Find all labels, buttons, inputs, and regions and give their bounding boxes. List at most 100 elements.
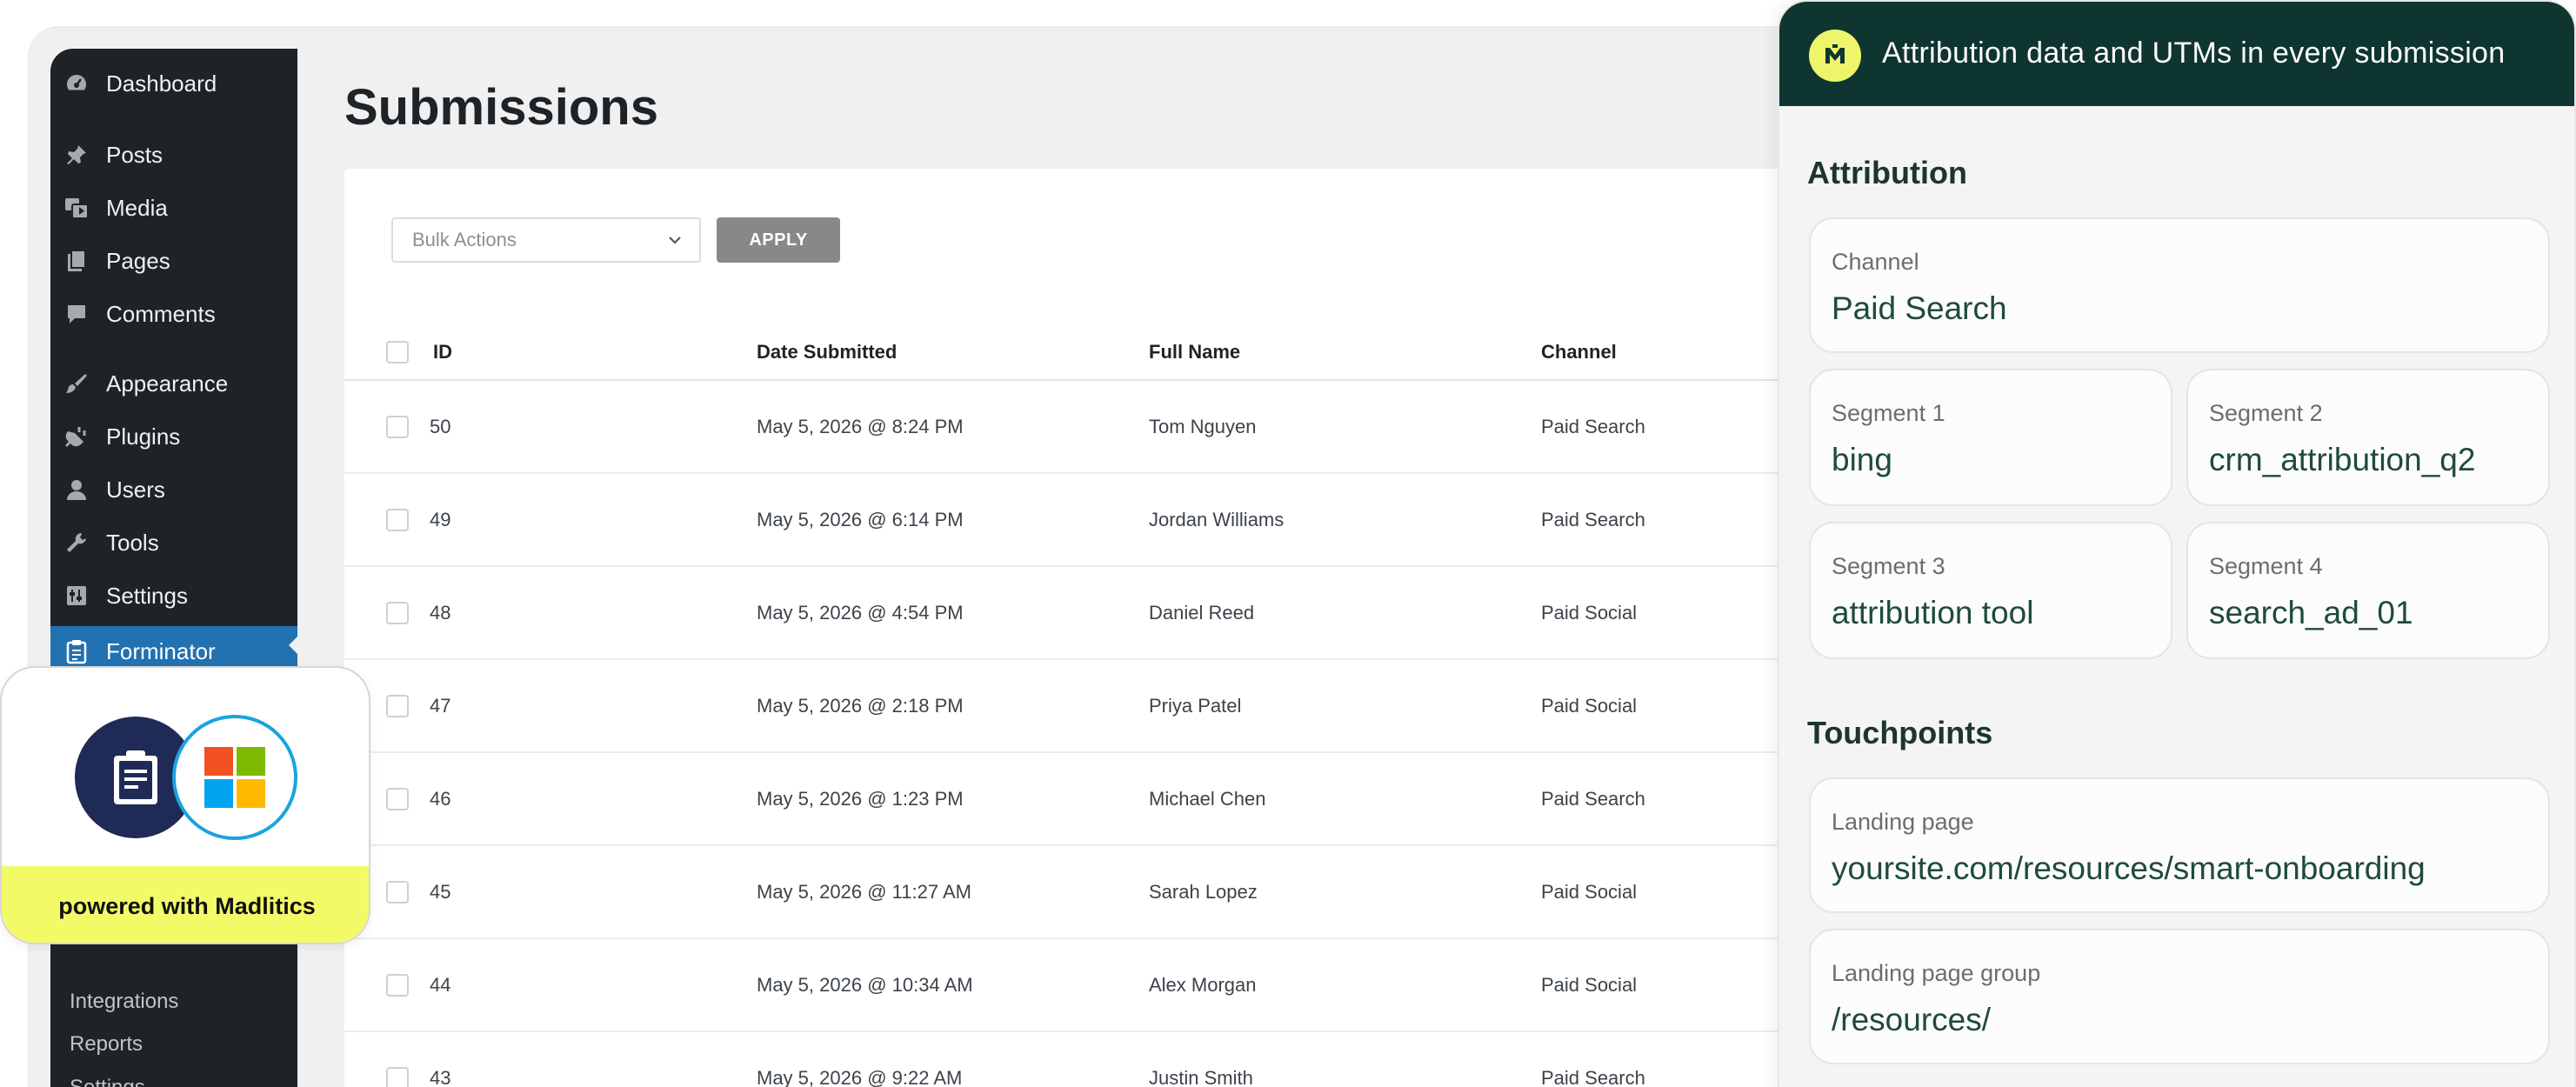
cell-channel: Paid Social xyxy=(1541,695,1638,717)
field-value: attribution tool xyxy=(1832,595,2034,630)
select-all-checkbox[interactable] xyxy=(386,341,409,363)
table-row[interactable]: 49 May 5, 2026 @ 6:14 PM Jordan Williams… xyxy=(344,474,1840,567)
segment-1-field: Segment 1 bing xyxy=(1809,369,2172,506)
table-row[interactable]: 50 May 5, 2026 @ 8:24 PM Tom Nguyen Paid… xyxy=(344,381,1840,474)
sidebar-item-media[interactable]: Media xyxy=(50,189,297,227)
pages-icon xyxy=(63,247,90,275)
apply-button[interactable]: APPLY xyxy=(717,217,840,263)
sidebar-item-users[interactable]: Users xyxy=(50,470,297,509)
sidebar-item-label: Media xyxy=(106,194,168,221)
sidebar-item-dashboard[interactable]: Dashboard xyxy=(50,64,297,103)
row-checkbox[interactable] xyxy=(386,416,409,438)
wrench-icon xyxy=(63,529,90,557)
bulk-actions-select[interactable]: Bulk Actions xyxy=(391,217,701,263)
cell-date: May 5, 2026 @ 4:54 PM xyxy=(757,602,964,624)
field-label: Landing page group xyxy=(1832,960,2041,986)
sidebar-item-settings[interactable]: Settings xyxy=(50,577,297,615)
cell-date: May 5, 2026 @ 10:34 AM xyxy=(757,974,973,996)
cell-channel: Paid Search xyxy=(1541,1067,1645,1087)
segment-4-field: Segment 4 search_ad_01 xyxy=(2186,522,2550,659)
field-value: yoursite.com/resources/smart-onboarding xyxy=(1832,850,2426,886)
settings-icon xyxy=(63,582,90,610)
field-label: Landing page xyxy=(1832,809,1974,835)
sidebar-item-comments[interactable]: Comments xyxy=(50,295,297,333)
microsoft-icon xyxy=(172,715,297,840)
submenu-settings[interactable]: Settings xyxy=(70,1076,145,1087)
cell-date: May 5, 2026 @ 1:23 PM xyxy=(757,788,964,810)
cell-channel: Paid Social xyxy=(1541,881,1638,903)
cell-id: 46 xyxy=(430,788,451,810)
sidebar-item-tools[interactable]: Tools xyxy=(50,523,297,562)
table-row[interactable]: 44 May 5, 2026 @ 10:34 AM Alex Morgan Pa… xyxy=(344,939,1840,1032)
table-row[interactable]: 45 May 5, 2026 @ 11:27 AM Sarah Lopez Pa… xyxy=(344,846,1840,939)
madlitics-logo-icon xyxy=(1809,30,1861,82)
row-checkbox[interactable] xyxy=(386,1067,409,1087)
table-row[interactable]: 43 May 5, 2026 @ 9:22 AM Justin Smith Pa… xyxy=(344,1032,1840,1087)
attribution-panel: Attribution data and UTMs in every submi… xyxy=(1778,0,2576,1087)
sidebar-item-label: Dashboard xyxy=(106,70,217,97)
row-checkbox[interactable] xyxy=(386,788,409,810)
field-value: bing xyxy=(1832,442,1892,477)
row-checkbox[interactable] xyxy=(386,695,409,717)
cell-date: May 5, 2026 @ 8:24 PM xyxy=(757,416,964,437)
cell-id: 50 xyxy=(430,416,451,437)
row-checkbox[interactable] xyxy=(386,602,409,624)
cell-channel: Paid Search xyxy=(1541,509,1645,530)
cell-channel: Paid Search xyxy=(1541,788,1645,810)
field-value: /resources/ xyxy=(1832,1002,1992,1037)
chevron-down-icon xyxy=(666,231,684,254)
cell-name: Priya Patel xyxy=(1149,695,1242,717)
column-header-id[interactable]: ID xyxy=(433,341,452,363)
table-row[interactable]: 47 May 5, 2026 @ 2:18 PM Priya Patel Pai… xyxy=(344,660,1840,753)
field-label: Channel xyxy=(1832,249,1919,275)
sidebar-item-label: Settings xyxy=(106,582,188,609)
row-checkbox[interactable] xyxy=(386,509,409,531)
cell-name: Sarah Lopez xyxy=(1149,881,1258,903)
madlitics-badge: powered with Madlitics xyxy=(0,666,370,944)
sidebar-item-pages[interactable]: Pages xyxy=(50,242,297,280)
comment-icon xyxy=(63,300,90,328)
column-header-channel[interactable]: Channel xyxy=(1541,341,1617,363)
cell-date: May 5, 2026 @ 11:27 AM xyxy=(757,881,971,903)
sidebar-item-label: Tools xyxy=(106,529,159,556)
cell-id: 43 xyxy=(430,1067,451,1087)
field-label: Segment 4 xyxy=(2209,553,2323,579)
cell-name: Justin Smith xyxy=(1149,1067,1253,1087)
channel-field: Channel Paid Search xyxy=(1809,217,2550,353)
sidebar-item-appearance[interactable]: Appearance xyxy=(50,364,297,403)
row-checkbox[interactable] xyxy=(386,881,409,904)
field-label: Segment 1 xyxy=(1832,400,1945,426)
cell-channel: Paid Search xyxy=(1541,416,1645,437)
media-icon xyxy=(63,194,90,222)
sidebar-item-label: Appearance xyxy=(106,370,229,397)
segment-3-field: Segment 3 attribution tool xyxy=(1809,522,2172,659)
sidebar-item-posts[interactable]: Posts xyxy=(50,136,297,174)
column-header-name[interactable]: Full Name xyxy=(1149,341,1240,363)
field-value: search_ad_01 xyxy=(2209,595,2413,630)
cell-date: May 5, 2026 @ 9:22 AM xyxy=(757,1067,963,1087)
cell-date: May 5, 2026 @ 2:18 PM xyxy=(757,695,964,717)
panel-title: Attribution data and UTMs in every submi… xyxy=(1882,37,2506,70)
stage: Dashboard Posts Media Pages Comments App… xyxy=(0,0,2576,1087)
submenu-reports[interactable]: Reports xyxy=(70,1032,143,1057)
attribution-heading: Attribution xyxy=(1807,155,1967,190)
column-header-date[interactable]: Date Submitted xyxy=(757,341,897,363)
segment-2-field: Segment 2 crm_attribution_q2 xyxy=(2186,369,2550,506)
cell-id: 47 xyxy=(430,695,451,717)
row-checkbox[interactable] xyxy=(386,974,409,997)
cell-id: 49 xyxy=(430,509,451,530)
field-label: Segment 3 xyxy=(1832,553,1945,579)
cell-name: Daniel Reed xyxy=(1149,602,1255,624)
table-row[interactable]: 48 May 5, 2026 @ 4:54 PM Daniel Reed Pai… xyxy=(344,567,1840,660)
cell-channel: Paid Social xyxy=(1541,602,1638,624)
plug-icon xyxy=(63,423,90,450)
cell-channel: Paid Social xyxy=(1541,974,1638,996)
submenu-integrations[interactable]: Integrations xyxy=(70,990,178,1014)
table-row[interactable]: 46 May 5, 2026 @ 1:23 PM Michael Chen Pa… xyxy=(344,753,1840,846)
cell-name: Jordan Williams xyxy=(1149,509,1285,530)
submissions-card: Bulk Actions APPLY ID Date Submitted Ful… xyxy=(344,169,1840,1087)
pin-icon xyxy=(63,141,90,169)
cell-name: Tom Nguyen xyxy=(1149,416,1257,437)
sidebar-item-plugins[interactable]: Plugins xyxy=(50,417,297,456)
cell-name: Michael Chen xyxy=(1149,788,1266,810)
